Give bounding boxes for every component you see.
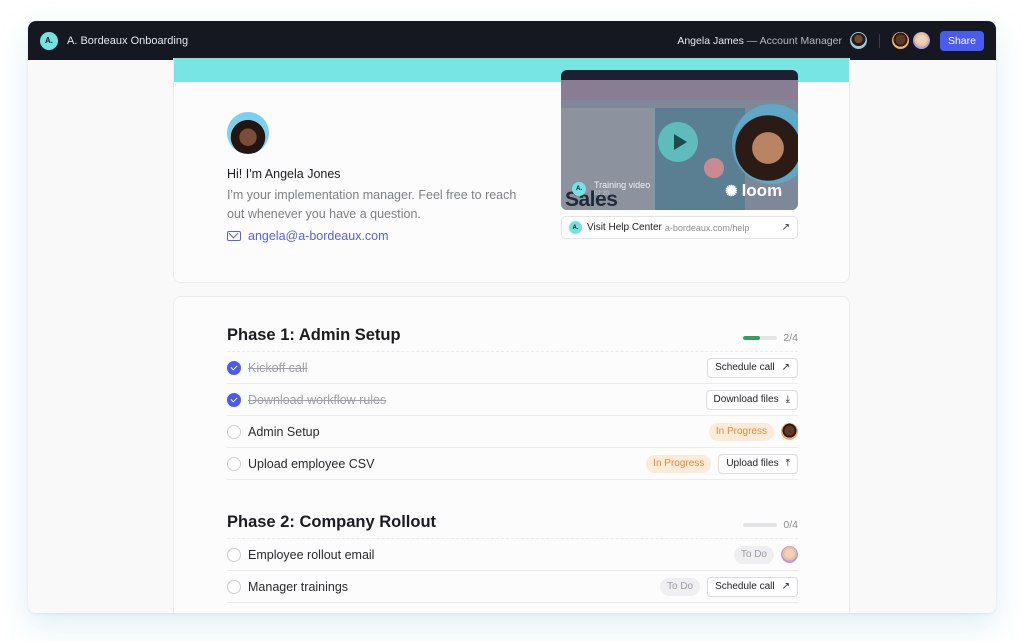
owner-name: Angela James (677, 34, 744, 47)
unchecked-circle-icon[interactable] (227, 456, 241, 471)
external-link-icon: ↗ (781, 581, 790, 592)
mail-icon (227, 231, 241, 241)
task-actions: To Do (733, 545, 798, 564)
phase-header: Phase 1: Admin Setup 2/4 (227, 318, 798, 352)
checked-circle-icon[interactable] (227, 360, 241, 375)
owner-avatar[interactable] (849, 32, 867, 49)
status-badge: In Progress (708, 422, 774, 441)
collaborator-avatar[interactable] (891, 32, 909, 49)
task-row: Admin Setup In Progress (227, 416, 798, 448)
task-row: Kickoff call Schedule call ↗ (227, 352, 798, 384)
phase-title: Phase 1: Admin Setup (227, 326, 401, 344)
loom-brand: ✺ loom (725, 181, 782, 201)
task-row: Employee rollout email To Do (227, 539, 798, 571)
progress-bar (743, 523, 778, 527)
task-actions: Download files ⤓ (705, 389, 798, 410)
download-icon: ⤓ (785, 394, 790, 405)
task-label: Employee rollout email (248, 547, 375, 562)
assignee-avatar[interactable] (781, 423, 798, 440)
manager-avatar (227, 112, 269, 154)
phase-section: Phase 1: Admin Setup 2/4 Kickoff call Sc… (227, 318, 798, 480)
action-label: Download files (713, 394, 779, 405)
app-title: A. Bordeaux Onboarding (67, 34, 189, 47)
help-center-link[interactable]: A. Visit Help Center a-bordeaux.com/help… (561, 216, 798, 239)
task-actions: In Progress (708, 422, 798, 441)
divider (878, 33, 880, 48)
phase-progress: 2/4 (743, 332, 798, 344)
task-action-button[interactable]: Download files ⤓ (705, 389, 798, 410)
top-bar: A. A. Bordeaux Onboarding Angela James —… (28, 21, 996, 60)
task-label: Kickoff call (248, 360, 308, 375)
loom-icon: ✺ (725, 183, 738, 200)
unchecked-circle-icon[interactable] (227, 424, 241, 439)
task-label: Admin Setup (248, 424, 320, 439)
loom-label: loom (741, 181, 783, 200)
task-row: Manager trainings To Do Schedule call ↗ (227, 571, 798, 603)
email-link[interactable]: angela@a-bordeaux.com (227, 229, 389, 243)
phases-card: Phase 1: Admin Setup 2/4 Kickoff call Sc… (173, 296, 850, 613)
task-label: Upload employee CSV (248, 456, 375, 471)
task-row: Upload employee CSV In Progress Upload fi… (227, 448, 798, 480)
external-link-icon: ↗ (781, 362, 790, 373)
phase-progress: 0/4 (743, 519, 798, 531)
status-badge: In Progress (646, 454, 712, 473)
task-action-button[interactable]: Schedule call ↗ (707, 576, 798, 597)
account-owner: Angela James — Account Manager (677, 35, 842, 47)
checked-circle-icon[interactable] (227, 392, 241, 407)
task-label: Download workflow rules (248, 392, 387, 407)
greeting: Hi! I'm Angela Jones (227, 167, 341, 181)
phase-header: Phase 2: Company Rollout 0/4 (227, 505, 798, 539)
upload-icon: ⤒ (785, 458, 790, 469)
video-duration: 02:20 (594, 191, 610, 197)
action-label: Schedule call (715, 581, 775, 592)
help-url: a-bordeaux.com/help (664, 222, 750, 233)
app-window: A. A. Bordeaux Onboarding Angela James —… (28, 21, 996, 613)
help-logo-icon: A. (569, 221, 582, 234)
owner-role: Account Manager (759, 34, 842, 47)
intro-card: Hi! I'm Angela Jones I'm your implementa… (173, 58, 850, 283)
top-bar-right: Angela James — Account Manager Share (677, 30, 984, 51)
task-actions: In Progress Upload files ⤒ (646, 453, 798, 474)
external-link-icon: ↗ (781, 222, 790, 233)
action-label: Upload files (726, 458, 779, 469)
help-title: Visit Help Center (587, 222, 662, 233)
task-actions: To Do Schedule call ↗ (660, 576, 798, 597)
unchecked-circle-icon[interactable] (227, 579, 241, 594)
email-address: angela@a-bordeaux.com (248, 229, 389, 243)
progress-bar-fill (743, 336, 761, 340)
phase-title: Phase 2: Company Rollout (227, 513, 437, 531)
main-content: Hi! I'm Angela Jones I'm your implementa… (28, 58, 996, 613)
assignee-avatar[interactable] (781, 546, 798, 563)
share-button[interactable]: Share (939, 30, 984, 51)
action-label: Schedule call (715, 362, 775, 373)
task-actions: Schedule call ↗ (707, 357, 798, 378)
task-action-button[interactable]: Schedule call ↗ (707, 357, 798, 378)
video-frame (704, 158, 724, 178)
play-icon[interactable] (658, 122, 698, 162)
task-label: Manager trainings (248, 579, 349, 594)
unchecked-circle-icon[interactable] (227, 547, 241, 562)
progress-bar (743, 336, 778, 340)
progress-count: 2/4 (783, 332, 798, 344)
owner-separator: — (743, 34, 760, 47)
logo-icon: A. (40, 31, 58, 50)
phase-section: Phase 2: Company Rollout 0/4 Employee ro… (227, 505, 798, 603)
status-badge: To Do (660, 577, 701, 596)
video-title: Training video (594, 180, 651, 190)
status-badge: To Do (733, 545, 774, 564)
intro-description: I'm your implementation manager. Feel fr… (227, 188, 517, 221)
progress-count: 0/4 (783, 519, 798, 531)
task-action-button[interactable]: Upload files ⤒ (718, 453, 798, 474)
collaborator-avatar[interactable] (912, 32, 930, 49)
task-row: Download workflow rules Download files ⤓ (227, 384, 798, 416)
video-logo-icon: A. (572, 182, 586, 196)
training-video[interactable]: Sales A. Training video 02:20 ✺ loom (561, 70, 798, 210)
